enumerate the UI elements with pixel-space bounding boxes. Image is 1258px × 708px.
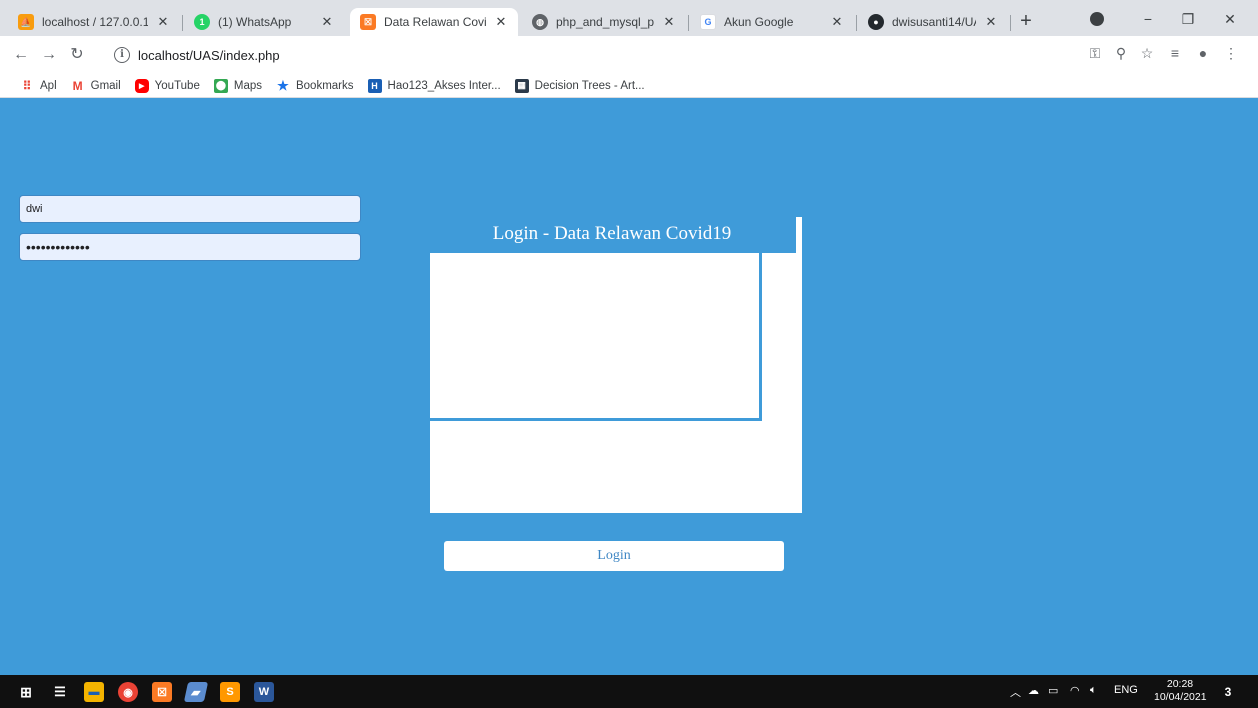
bookmark-hao123[interactable]: H Hao123_Akses Inter... — [367, 78, 501, 93]
tab-separator — [856, 15, 857, 31]
clock-time: 20:28 — [1166, 678, 1194, 690]
gmail-icon: M — [72, 78, 83, 93]
xampp-taskbar-icon[interactable]: ☒ — [152, 682, 172, 702]
maps-icon: ⬤ — [213, 78, 228, 93]
onedrive-icon[interactable]: ☁ — [1028, 684, 1039, 697]
browser-toolbar: ← → ↻ i localhost/UAS/index.php — [0, 36, 1258, 74]
url-text: localhost/UAS/index.php — [138, 47, 280, 63]
close-tab-icon[interactable]: ✕ — [984, 14, 998, 30]
minimize-button[interactable]: − — [1128, 6, 1168, 32]
bookmark-apl[interactable]: ⠿ Apl — [20, 79, 57, 93]
menu-kebab-icon[interactable]: ⋮ — [1220, 45, 1242, 62]
word-icon[interactable]: W — [254, 682, 274, 702]
tab-whatsapp[interactable]: 1 (1) WhatsApp ✕ — [184, 8, 344, 36]
tab-separator — [688, 15, 689, 31]
apps-grid-icon: ⠿ — [22, 78, 32, 93]
close-tab-icon[interactable]: ✕ — [320, 14, 334, 30]
address-bar[interactable]: i localhost/UAS/index.php — [100, 41, 1240, 69]
task-view-icon[interactable]: ☰ — [50, 682, 70, 702]
page-title: Login - Data Relawan Covid19 — [492, 223, 732, 244]
tab-strip: ⛵ localhost / 127.0.0.1 / ✕ 1 (1) WhatsA… — [0, 0, 1258, 36]
notification-count: 3 — [1224, 685, 1232, 699]
back-button[interactable]: ← — [10, 44, 32, 66]
login-button[interactable]: Login — [444, 541, 784, 571]
windows-start-icon[interactable]: ⊞ — [16, 682, 36, 702]
globe-icon: ◍ — [532, 14, 548, 30]
tab-phpmyadmin[interactable]: ⛵ localhost / 127.0.0.1 / ✕ — [8, 8, 180, 36]
close-tab-icon[interactable]: ✕ — [662, 14, 676, 30]
bookmark-decision-trees[interactable]: ▦ Decision Trees - Art... — [514, 78, 645, 93]
google-icon: G — [700, 14, 716, 30]
notepad-icon[interactable]: ▰ — [183, 682, 209, 702]
chrome-icon[interactable]: ◉ — [118, 682, 138, 702]
new-tab-button[interactable]: + — [1014, 10, 1038, 34]
username-input[interactable] — [19, 195, 361, 223]
whatsapp-icon: 1 — [194, 14, 210, 30]
reading-list-icon[interactable]: ≡ — [1164, 45, 1186, 61]
star-icon: ★ — [277, 77, 289, 93]
forward-button[interactable]: → — [38, 44, 60, 66]
reload-button[interactable]: ↻ — [66, 44, 88, 66]
tab-separator — [1010, 15, 1011, 31]
login-form-area — [430, 253, 762, 421]
site-info-icon[interactable]: i — [114, 47, 130, 63]
close-window-button[interactable]: ✕ — [1210, 6, 1250, 32]
sublime-text-icon[interactable]: S — [220, 682, 240, 702]
file-explorer-icon[interactable]: ▬ — [84, 682, 104, 702]
tab-akun-google[interactable]: G Akun Google ✕ — [690, 8, 854, 36]
bookmark-star-icon[interactable]: ☆ — [1136, 45, 1158, 62]
page-viewport: Login - Data Relawan Covid19 Login — [0, 98, 1258, 675]
xampp-icon: ☒ — [360, 14, 376, 30]
profile-indicator-icon[interactable] — [1090, 12, 1104, 26]
password-input[interactable] — [19, 233, 361, 261]
taskbar-clock[interactable]: 20:28 10/04/2021 — [1154, 678, 1207, 704]
youtube-icon: ▶ — [134, 78, 149, 93]
close-tab-icon[interactable]: ✕ — [156, 14, 170, 30]
github-icon: ● — [868, 14, 884, 30]
login-title-bar: Login - Data Relawan Covid19 — [428, 215, 796, 253]
bookmark-maps[interactable]: ⬤ Maps — [213, 78, 262, 93]
bookmark-gmail[interactable]: M Gmail — [71, 79, 121, 93]
login-button-panel: Login — [430, 538, 792, 605]
tray-expand-icon[interactable]: ︿ — [1010, 684, 1021, 700]
bookmark-youtube[interactable]: ▶ YouTube — [134, 78, 200, 93]
login-box-side-panel — [762, 253, 796, 428]
tab-github[interactable]: ● dwisusanti14/UAS ✕ — [858, 8, 1008, 36]
avatar[interactable]: ● — [1192, 45, 1214, 61]
decision-trees-icon: ▦ — [514, 78, 529, 93]
bookmarks-bar: ⠿ Apl M Gmail ▶ YouTube ⬤ Maps ★ Bookmar… — [0, 74, 1258, 98]
tab-separator — [182, 15, 183, 31]
close-tab-icon[interactable]: ✕ — [494, 14, 508, 30]
bookmark-bookmarks[interactable]: ★ Bookmarks — [276, 77, 353, 93]
restore-button[interactable]: ❐ — [1168, 6, 1208, 32]
language-indicator[interactable]: ENG — [1114, 684, 1138, 696]
phpmyadmin-icon: ⛵ — [18, 14, 34, 30]
login-box: Login - Data Relawan Covid19 Login — [424, 213, 802, 605]
battery-icon[interactable]: ▭ — [1048, 684, 1058, 697]
wifi-icon[interactable]: ◠ — [1070, 684, 1080, 697]
tab-data-relawan[interactable]: ☒ Data Relawan Covid19 ✕ — [350, 8, 518, 36]
zoom-icon[interactable]: ⚲ — [1110, 45, 1132, 62]
hao123-icon: H — [367, 78, 382, 93]
tab-php-mysql[interactable]: ◍ php_and_mysql_progr ✕ — [522, 8, 686, 36]
volume-icon[interactable]: 🔈︎ — [1090, 684, 1097, 697]
notification-center-icon[interactable]: 3 — [1218, 682, 1238, 702]
close-tab-icon[interactable]: ✕ — [830, 14, 844, 30]
key-icon[interactable]: ⚿ — [1084, 45, 1106, 62]
windows-taskbar: ⊞ ☰ ▬ ◉ ☒ ▰ S W ︿ ☁ ▭ ◠ 🔈︎ ENG 20:28 10/… — [0, 675, 1258, 708]
clock-date: 10/04/2021 — [1154, 691, 1207, 703]
